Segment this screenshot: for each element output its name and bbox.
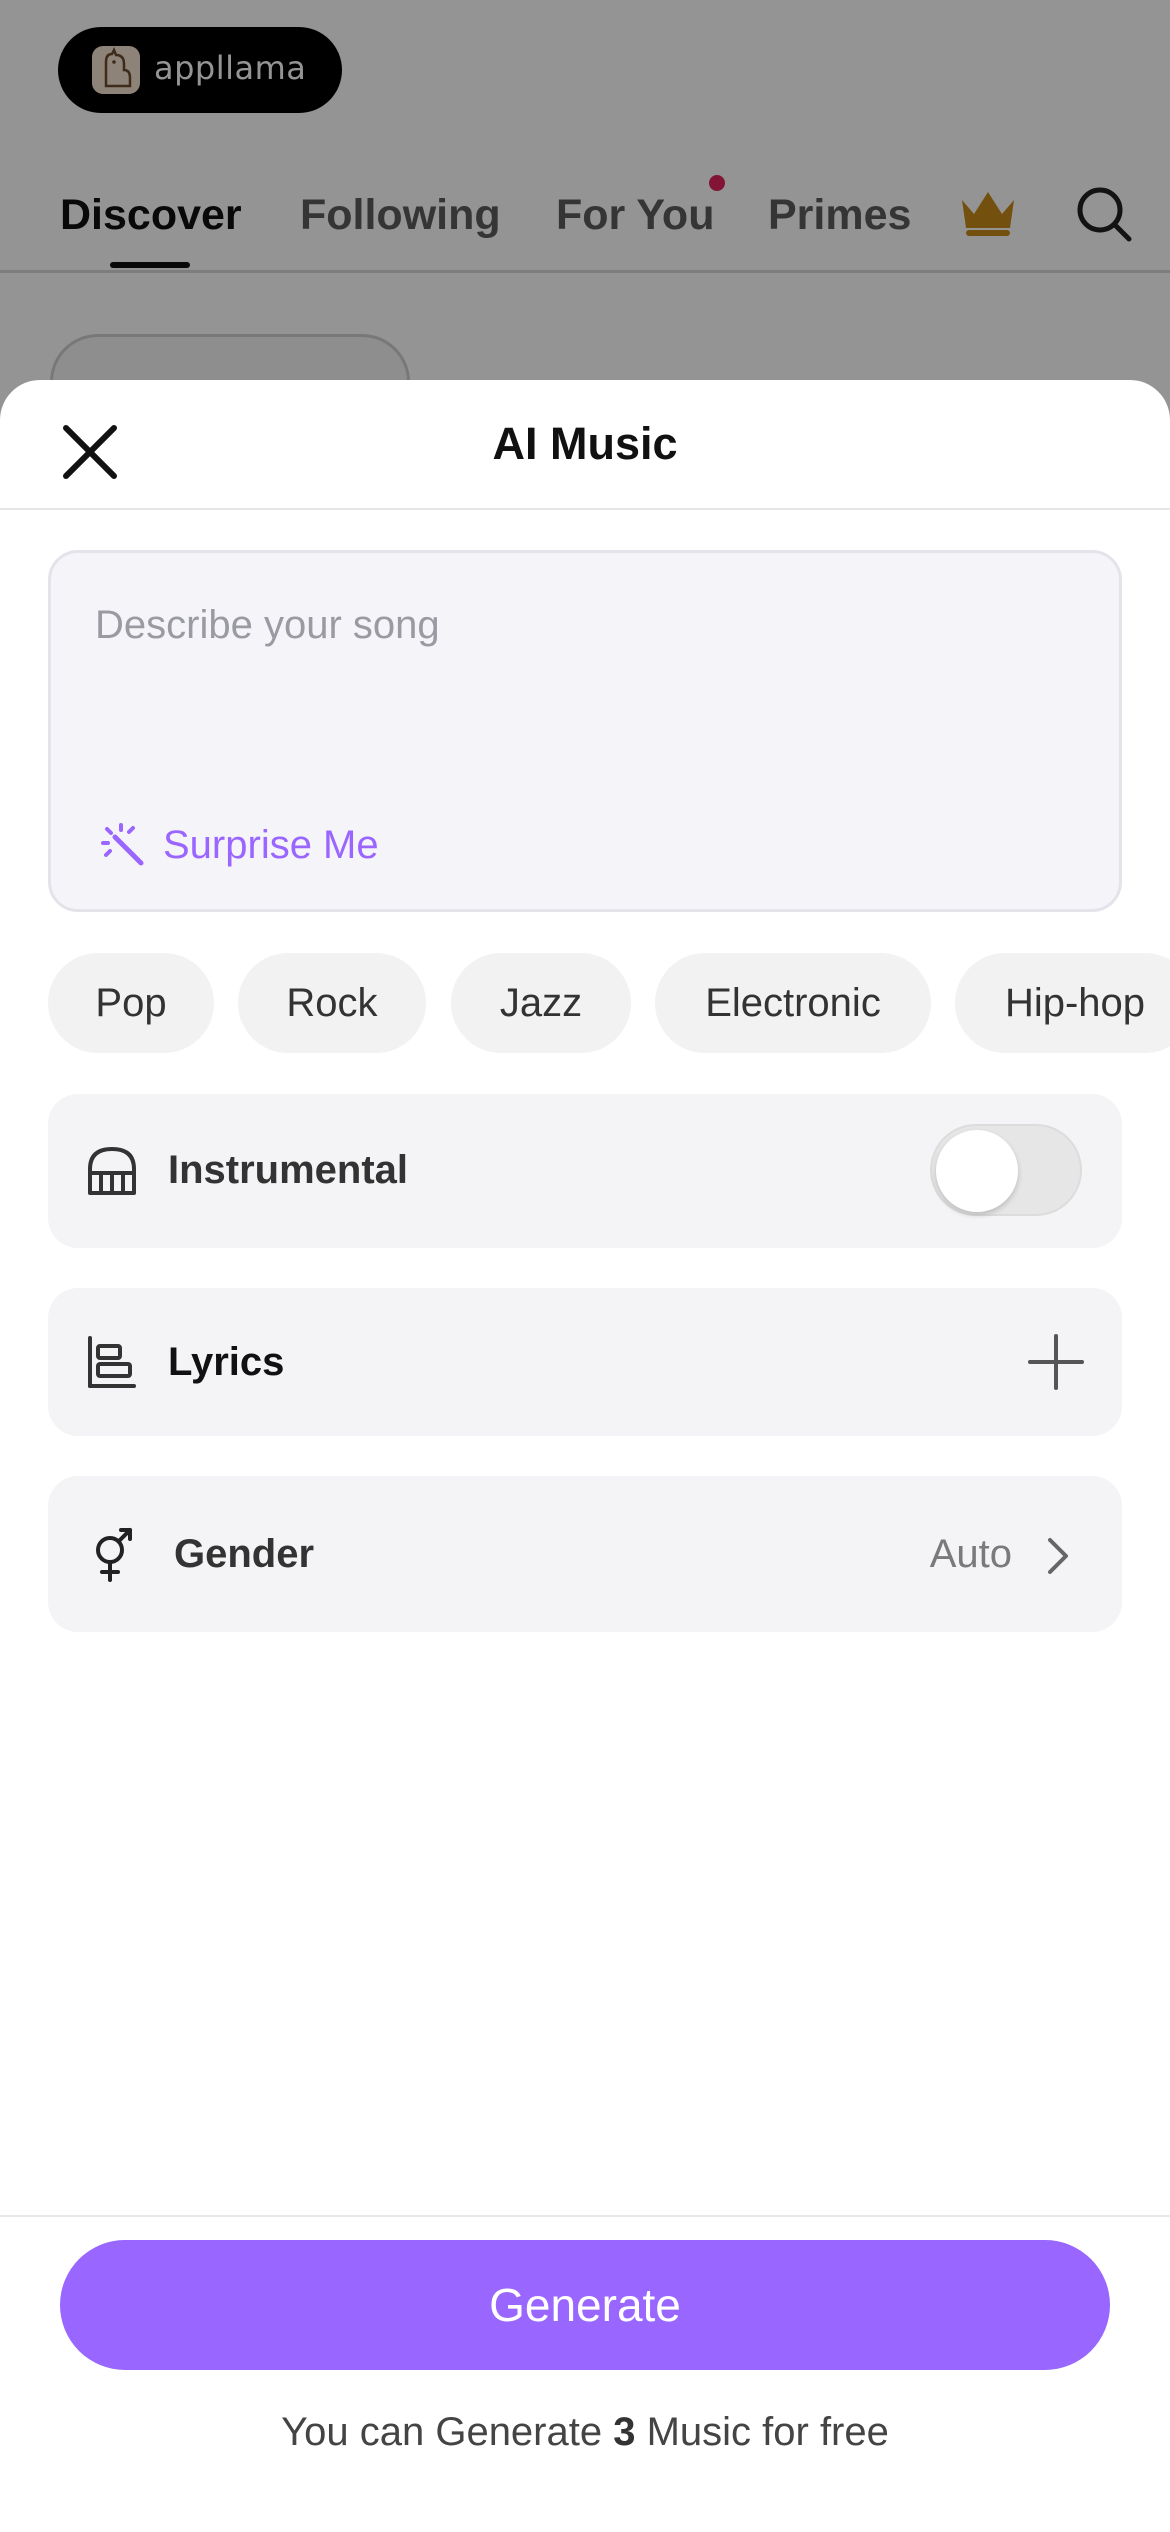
genre-chip-electronic[interactable]: Electronic (655, 953, 931, 1053)
free-generations-note: You can Generate 3 Music for free (0, 2410, 1170, 2455)
page: appllama Discover Following For You Prim… (0, 0, 1170, 2532)
instrumental-row: Instrumental (48, 1094, 1122, 1248)
gender-row[interactable]: Gender Auto (48, 1476, 1122, 1632)
surprise-me-button[interactable]: Surprise Me (101, 817, 379, 873)
gender-value: Auto (929, 1532, 1012, 1576)
sheet-header: AI Music (0, 380, 1170, 510)
gender-icon (96, 1528, 132, 1582)
chevron-right-icon (1048, 1538, 1068, 1574)
genre-chip-pop[interactable]: Pop (48, 953, 214, 1053)
genre-chip-hip-hop[interactable]: Hip-hop (955, 953, 1170, 1053)
gender-label: Gender (174, 1532, 315, 1576)
header-divider (0, 508, 1170, 510)
song-description-input[interactable] (95, 595, 1075, 655)
toggle-knob (936, 1130, 1018, 1212)
genre-chip-jazz[interactable]: Jazz (451, 953, 631, 1053)
free-generations-count: 3 (613, 2410, 636, 2454)
close-icon[interactable] (56, 418, 124, 486)
background-app: appllama Discover Following For You Prim… (0, 0, 1170, 430)
lyrics-label: Lyrics (168, 1340, 285, 1384)
free-note-suffix: Music for free (635, 2410, 889, 2454)
genre-chip-rock[interactable]: Rock (238, 953, 426, 1053)
generate-button[interactable]: Generate (60, 2240, 1110, 2370)
magic-wand-icon (101, 823, 144, 866)
free-note-prefix: You can Generate (281, 2410, 614, 2454)
instrumental-label: Instrumental (168, 1148, 409, 1192)
surprise-me-label: Surprise Me (163, 822, 379, 867)
lyrics-row[interactable]: Lyrics (48, 1288, 1122, 1436)
piano-icon (88, 1147, 136, 1195)
song-description-box[interactable]: Surprise Me (48, 550, 1122, 912)
footer-divider (0, 2215, 1170, 2217)
ai-music-sheet: AI Music Surprise Me P (0, 380, 1170, 2532)
plus-icon[interactable] (1028, 1334, 1084, 1390)
lyrics-icon (88, 1336, 136, 1388)
sheet-title: AI Music (492, 418, 678, 469)
genre-chips: Pop Rock Jazz Electronic Hip-hop (48, 953, 1170, 1055)
modal-backdrop[interactable] (0, 0, 1170, 420)
instrumental-toggle[interactable] (930, 1124, 1082, 1216)
